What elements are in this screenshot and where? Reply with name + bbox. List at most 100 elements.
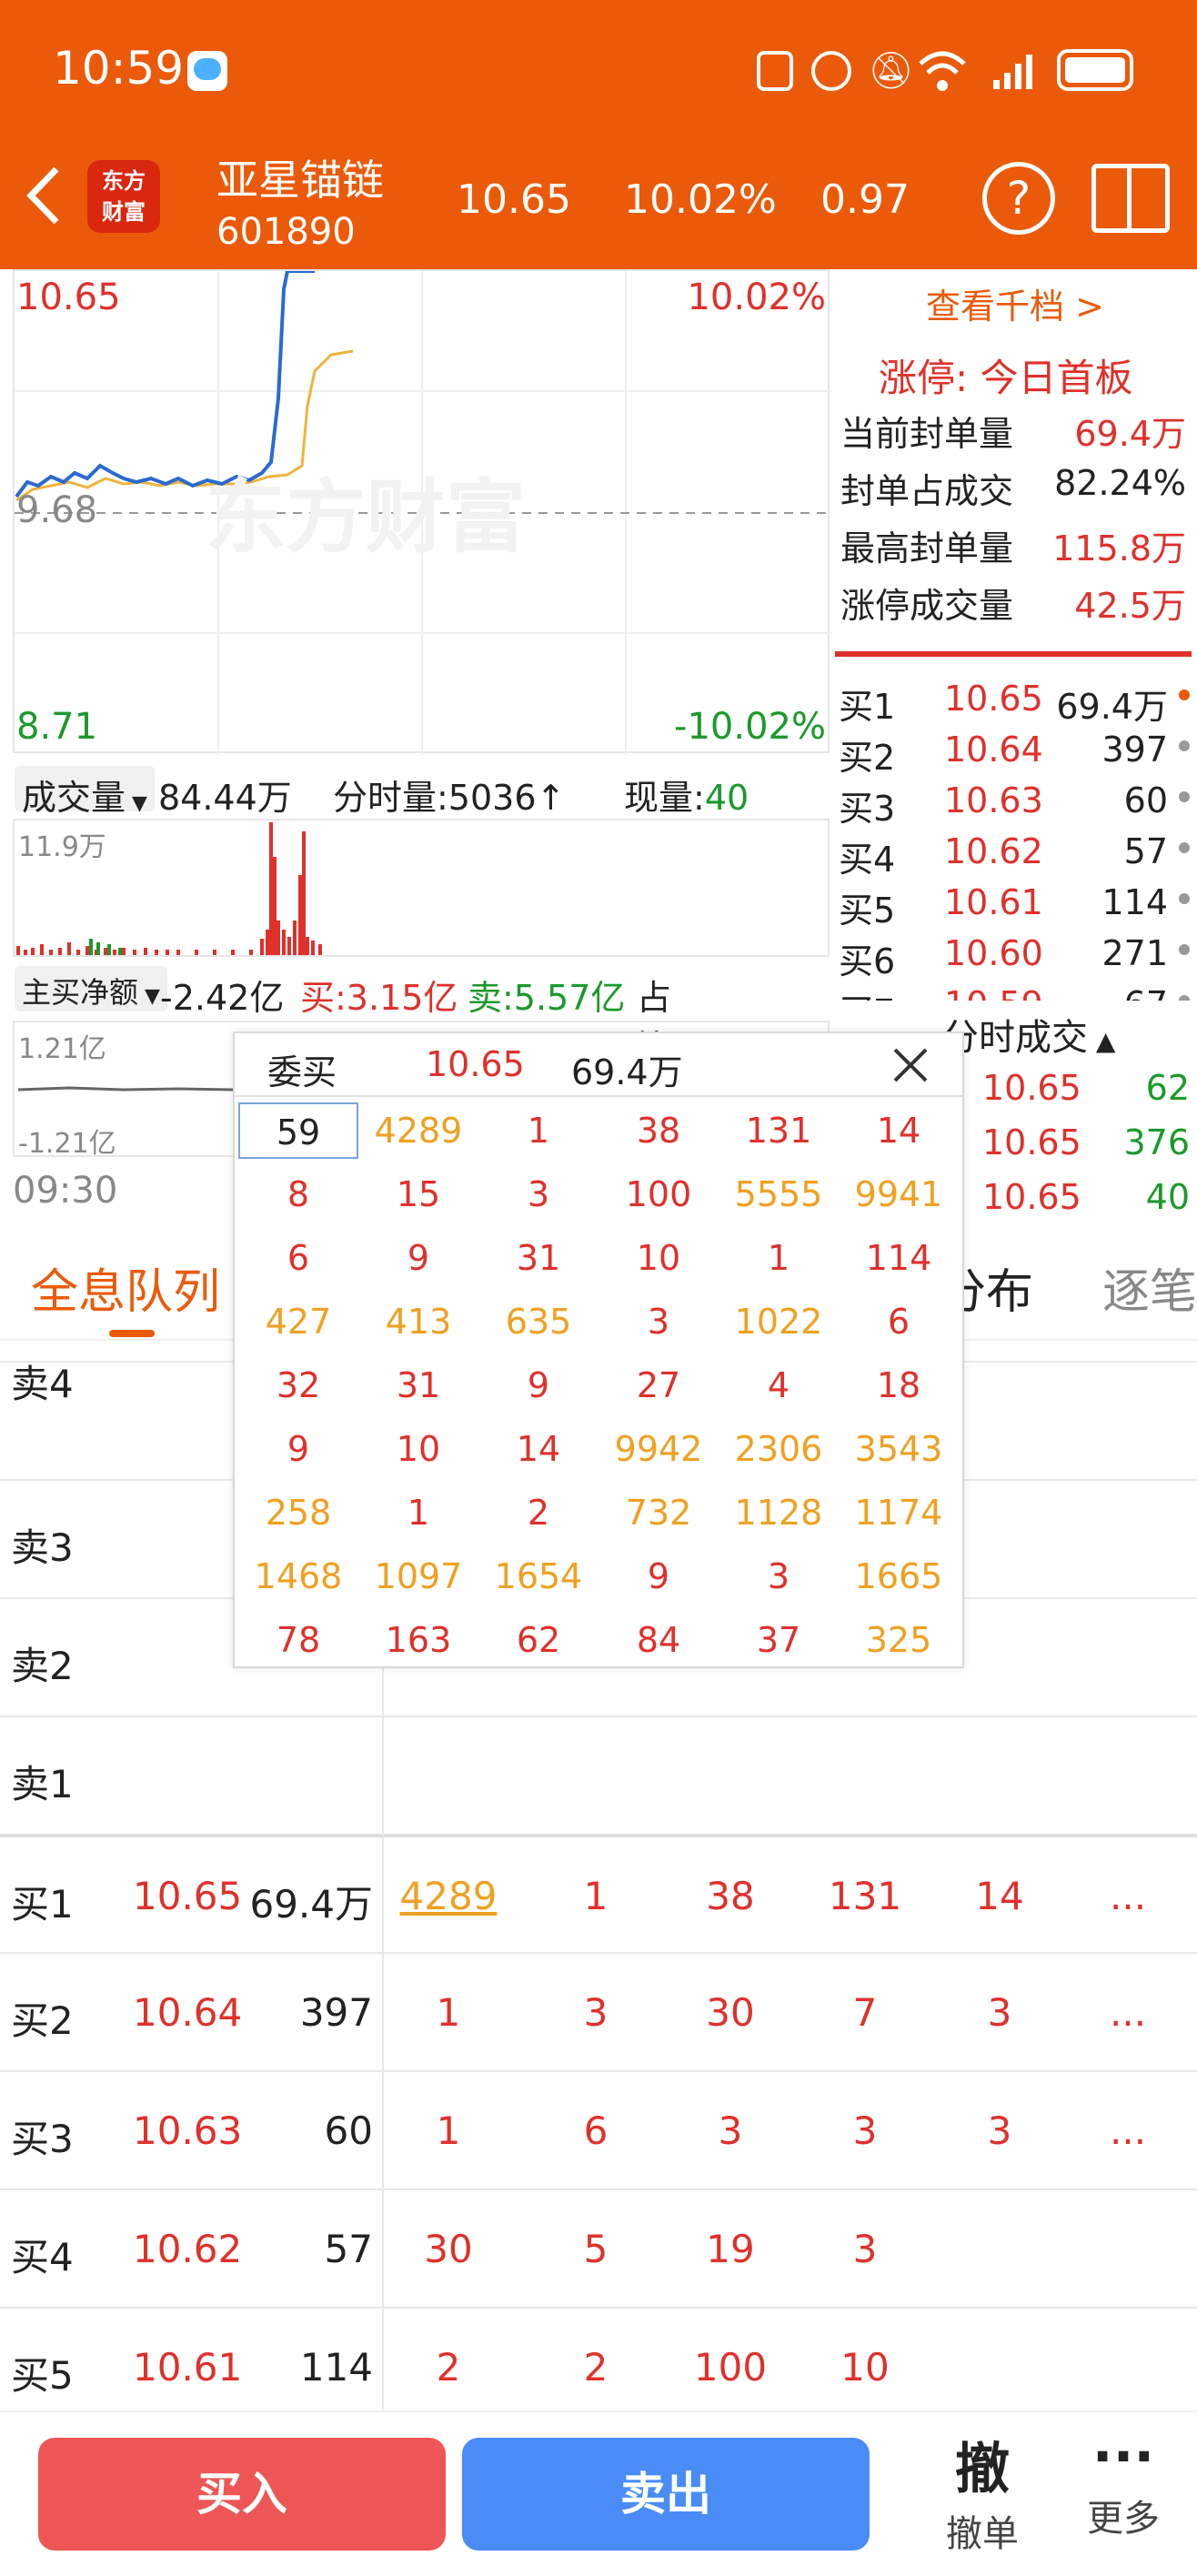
order-book-row[interactable]: 买2 10.64 397	[835, 722, 1192, 778]
book-qty: 67	[1124, 984, 1168, 1001]
popup-qty: 69.4万	[571, 1052, 683, 1092]
order-book-row[interactable]: 买1 10.65 69.4万	[835, 671, 1192, 727]
queue-order-size[interactable]: 4289	[398, 1874, 498, 1918]
caret-up-icon: ▲	[1088, 1026, 1116, 1056]
buy-button[interactable]: 买入	[38, 2438, 446, 2551]
popup-order-cell[interactable]: 14	[839, 1102, 959, 1159]
popup-order-cell[interactable]: 38	[598, 1102, 719, 1159]
popup-order-cell[interactable]: 3	[478, 1166, 598, 1223]
queue-more-link[interactable]: ...	[1110, 1990, 1146, 2035]
popup-order-cell[interactable]: 9	[238, 1421, 358, 1477]
popup-order-cell[interactable]: 14	[478, 1421, 598, 1477]
popup-order-cell[interactable]: 10	[358, 1421, 478, 1477]
queue-price: 10.63	[133, 2108, 243, 2153]
popup-order-cell[interactable]: 4289	[358, 1102, 478, 1159]
popup-order-cell[interactable]: 3	[719, 1548, 839, 1605]
tab-queue[interactable]: 全息队列	[31, 1253, 220, 1322]
popup-order-cell[interactable]: 1	[719, 1230, 839, 1286]
queue-buy-row[interactable]: 买3 10.63 60 1 6 3 3 3...	[0, 2070, 1197, 2189]
queue-sell-row[interactable]: 卖1	[0, 1716, 1197, 1834]
order-book-row[interactable]: 买4 10.62 57	[835, 824, 1192, 880]
popup-order-cell[interactable]: 27	[598, 1357, 719, 1414]
queue-level-label: 卖3	[11, 1525, 74, 1570]
queue-order-size: 30	[424, 2227, 473, 2271]
trades-title[interactable]: 分时成交 ▲	[942, 1008, 1115, 1061]
queue-order-size: 38	[706, 1874, 755, 1918]
popup-order-cell[interactable]: 427	[238, 1293, 358, 1350]
trade-qty: 40	[1145, 1177, 1190, 1217]
queue-qty: 60	[324, 2108, 373, 2153]
popup-order-cell[interactable]: 84	[598, 1612, 719, 1668]
popup-order-cell[interactable]: 635	[478, 1293, 598, 1350]
popup-order-cell[interactable]: 131	[719, 1102, 839, 1159]
popup-order-cell[interactable]: 2	[478, 1484, 598, 1541]
sell-button[interactable]: 卖出	[462, 2438, 870, 2551]
book-price: 10.64	[944, 730, 1043, 770]
popup-order-cell[interactable]: 1128	[719, 1484, 839, 1541]
popup-order-cell[interactable]: 18	[839, 1357, 959, 1414]
popup-order-cell[interactable]: 6	[839, 1293, 959, 1350]
popup-order-cell[interactable]: 1	[478, 1102, 598, 1159]
popup-order-cell[interactable]: 258	[238, 1484, 358, 1541]
close-icon[interactable]	[891, 1046, 930, 1084]
queue-buy-row[interactable]: 买1 10.65 69.4万 4289 1 38 131 14...	[0, 1834, 1197, 1952]
order-book-row[interactable]: 买3 10.63 60	[835, 773, 1192, 829]
popup-order-cell[interactable]: 413	[358, 1293, 478, 1350]
popup-order-cell[interactable]: 100	[598, 1166, 719, 1223]
queue-order-size: 1	[583, 1874, 609, 1918]
popup-order-cell[interactable]: 3	[598, 1293, 719, 1350]
popup-order-cell[interactable]: 9	[358, 1230, 478, 1286]
popup-order-cell[interactable]: 4	[719, 1357, 839, 1414]
queue-buy-row[interactable]: 买2 10.64 397 1 3 30 7 3...	[0, 1952, 1197, 2070]
trade-row: 10.65 62	[964, 1064, 1192, 1115]
popup-order-cell[interactable]: 1665	[839, 1548, 959, 1605]
popup-order-cell[interactable]: 32	[238, 1357, 358, 1414]
popup-order-cell[interactable]: 31	[358, 1357, 478, 1414]
queue-order-size: 5	[583, 2227, 609, 2271]
popup-order-cell[interactable]: 2306	[719, 1421, 839, 1477]
popup-order-cell[interactable]: 1468	[238, 1548, 358, 1605]
book-qty: 69.4万	[1056, 687, 1168, 727]
popup-order-cell[interactable]: 59	[238, 1102, 358, 1159]
popup-order-cell[interactable]: 9	[598, 1548, 719, 1605]
popup-order-cell[interactable]: 31	[478, 1230, 598, 1286]
popup-order-cell[interactable]: 163	[358, 1612, 478, 1668]
book-price: 10.59	[944, 984, 1043, 1001]
book-price: 10.63	[944, 780, 1043, 820]
popup-order-cell[interactable]: 9	[478, 1357, 598, 1414]
book-qty: 57	[1123, 831, 1168, 871]
queue-buy-row[interactable]: 买4 10.62 57 30 5 19 3	[0, 2189, 1197, 2307]
popup-order-cell[interactable]: 9942	[598, 1421, 719, 1477]
book-price: 10.62	[944, 831, 1043, 871]
popup-order-cell[interactable]: 62	[478, 1612, 598, 1668]
trade-row: 10.65 376	[964, 1119, 1192, 1170]
tab-tick[interactable]: 逐笔	[1102, 1253, 1197, 1322]
popup-order-cell[interactable]: 1174	[839, 1484, 959, 1541]
popup-order-cell[interactable]: 114	[839, 1230, 959, 1286]
popup-order-cell[interactable]: 78	[238, 1612, 358, 1668]
popup-order-cell[interactable]: 10	[598, 1230, 719, 1286]
order-book-row[interactable]: 买5 10.61 114	[835, 875, 1192, 931]
popup-order-cell[interactable]: 3543	[839, 1421, 959, 1477]
popup-order-cell[interactable]: 1	[358, 1484, 478, 1541]
queue-more-link[interactable]: ...	[1110, 1874, 1146, 1918]
popup-order-cell[interactable]: 8	[238, 1166, 358, 1223]
popup-order-cell[interactable]: 15	[358, 1166, 478, 1223]
queue-buy-row[interactable]: 买5 10.61 114 2 2 100 10	[0, 2307, 1197, 2425]
popup-order-cell[interactable]: 732	[598, 1484, 719, 1541]
order-book-row[interactable]: 买7 10.59 67	[835, 977, 1192, 1001]
book-dot-icon	[1179, 842, 1190, 853]
popup-order-cell[interactable]: 37	[719, 1612, 839, 1668]
queue-qty: 69.4万	[249, 1882, 373, 1927]
popup-order-cell[interactable]: 325	[839, 1612, 959, 1668]
popup-order-cell[interactable]: 1022	[719, 1293, 839, 1350]
order-book-row[interactable]: 买6 10.60 271	[835, 926, 1192, 981]
popup-order-cell[interactable]: 1654	[478, 1548, 598, 1605]
popup-order-cell[interactable]: 5555	[719, 1166, 839, 1223]
more-button[interactable]: ··· 更多	[1055, 2425, 1192, 2571]
queue-more-link[interactable]: ...	[1110, 2108, 1146, 2153]
popup-order-cell[interactable]: 1097	[358, 1548, 478, 1605]
cancel-order-button[interactable]: 撤 撤单	[910, 2425, 1055, 2571]
popup-order-cell[interactable]: 9941	[839, 1166, 959, 1223]
popup-order-cell[interactable]: 6	[238, 1230, 358, 1286]
